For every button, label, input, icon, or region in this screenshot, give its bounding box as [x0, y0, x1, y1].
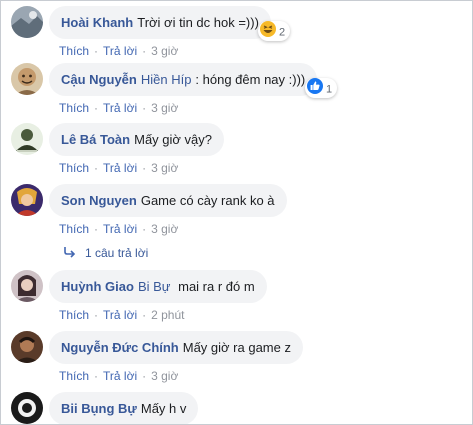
comment-text: mai ra r đó m — [178, 279, 255, 294]
separator-dot: · — [94, 308, 99, 322]
comment-time[interactable]: 2 phút — [151, 308, 184, 322]
replies-count[interactable]: 1 câu trả lời — [85, 246, 148, 260]
avatar[interactable] — [11, 184, 43, 216]
like-button[interactable]: Thích — [59, 44, 89, 58]
comment-bubble: Bii Bụng Bự Mấy h v — [49, 392, 199, 424]
comment-text: : hóng đêm nay :))) — [195, 72, 306, 87]
like-button[interactable]: Thích — [59, 101, 89, 115]
comment-actions: Thích · Trả lời · 3 giờ — [59, 161, 178, 175]
comment-text: Game có cày rank ko à — [140, 193, 275, 208]
comment-time[interactable]: 3 giờ — [151, 101, 178, 115]
avatar[interactable] — [11, 331, 43, 363]
reply-button[interactable]: Trả lời — [103, 161, 137, 175]
separator-dot: · — [94, 222, 99, 236]
comment-actions: Thích · Trả lời · 3 giờ — [59, 222, 178, 236]
separator-dot: · — [142, 222, 147, 236]
avatar[interactable] — [11, 6, 43, 38]
comment-author[interactable]: Huỳnh Giao — [61, 279, 134, 294]
comment-author[interactable]: Nguyễn Đức Chính — [61, 340, 179, 355]
separator-dot: · — [142, 369, 147, 383]
reply-button[interactable]: Trả lời — [103, 44, 137, 58]
comment-bubble: Son Nguyen Game có cày rank ko à — [49, 184, 287, 217]
like-button[interactable]: Thích — [59, 161, 89, 175]
view-replies-link[interactable]: 1 câu trả lời — [63, 246, 148, 261]
reaction-count: 1 — [326, 83, 333, 96]
separator-dot: · — [94, 101, 99, 115]
comment-text: Mấy giờ ra game z — [182, 340, 291, 355]
comment-actions: Thích · Trả lời · 3 giờ — [59, 44, 178, 58]
comment-author[interactable]: Lê Bá Toàn — [61, 132, 130, 147]
like-button[interactable]: Thích — [59, 222, 89, 236]
reaction-summary[interactable]: 1 — [305, 78, 338, 101]
reaction-summary[interactable]: 2 — [258, 21, 291, 44]
reply-arrow-icon — [63, 246, 77, 261]
avatar[interactable] — [11, 270, 43, 302]
reply-button[interactable]: Trả lời — [103, 308, 137, 322]
avatar[interactable] — [11, 392, 43, 424]
laughing-face-icon — [260, 21, 276, 44]
comment-author[interactable]: Son Nguyen — [61, 193, 137, 208]
reply-button[interactable]: Trả lời — [103, 369, 137, 383]
like-button[interactable]: Thích — [59, 308, 89, 322]
avatar[interactable] — [11, 123, 43, 155]
comment-actions: Thích · Trả lời · 3 giờ — [59, 369, 178, 383]
comment-text: Mấy giờ vậy? — [134, 132, 212, 147]
avatar[interactable] — [11, 63, 43, 95]
separator-dot: · — [142, 308, 147, 322]
comment-time[interactable]: 3 giờ — [151, 44, 178, 58]
comments-panel: Hoài Khanh Trời ơi tin dc hok =))) 2 Thíc… — [0, 0, 473, 425]
separator-dot: · — [94, 369, 99, 383]
separator-dot: · — [94, 44, 99, 58]
comment-actions: Thích · Trả lời · 2 phút — [59, 308, 184, 322]
thumbs-up-icon — [307, 78, 323, 101]
comment-text: Trời ơi tin dc hok =))) — [137, 15, 259, 30]
comment-bubble: Hoài Khanh Trời ơi tin dc hok =))) — [49, 6, 271, 39]
comment-bubble: Huỳnh Giao Bi Bự mai ra r đó m — [49, 270, 267, 303]
separator-dot: · — [142, 101, 147, 115]
like-button[interactable]: Thích — [59, 369, 89, 383]
comment-text: Mấy h v — [140, 401, 187, 416]
separator-dot: · — [142, 44, 147, 58]
comment-author[interactable]: Bii Bụng Bự — [61, 401, 137, 416]
comment-author[interactable]: Cậu Nguyễn — [61, 72, 137, 87]
reply-button[interactable]: Trả lời — [103, 222, 137, 236]
separator-dot: · — [142, 161, 147, 175]
comment-mention[interactable]: Bi Bự — [138, 279, 171, 294]
comment-author[interactable]: Hoài Khanh — [61, 15, 133, 30]
reply-button[interactable]: Trả lời — [103, 101, 137, 115]
comment-time[interactable]: 3 giờ — [151, 369, 178, 383]
comment-bubble: Cậu Nguyễn Hiền Híp: hóng đêm nay :))) — [49, 63, 318, 96]
comment-actions: Thích · Trả lời · 3 giờ — [59, 101, 178, 115]
comment-time[interactable]: 3 giờ — [151, 222, 178, 236]
comment-time[interactable]: 3 giờ — [151, 161, 178, 175]
reaction-count: 2 — [279, 26, 286, 39]
comment-bubble: Nguyễn Đức Chính Mấy giờ ra game z — [49, 331, 303, 364]
separator-dot: · — [94, 161, 99, 175]
comment-bubble: Lê Bá Toàn Mấy giờ vậy? — [49, 123, 224, 156]
comment-mention[interactable]: Hiền Híp — [141, 72, 192, 87]
